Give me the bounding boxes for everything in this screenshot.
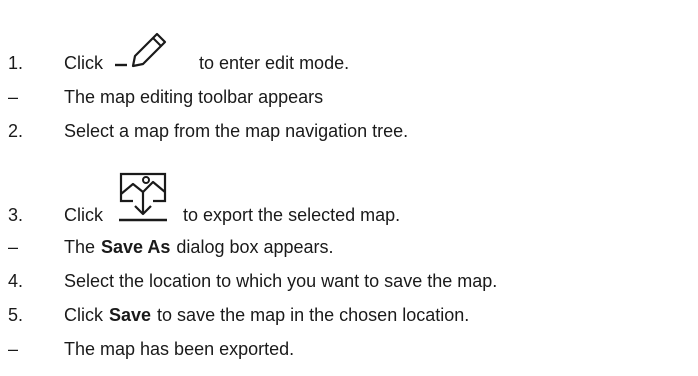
step-marker: 2. [8, 120, 24, 141]
instructions-document: 1. Click to enter edit mode. – The map e… [0, 0, 698, 376]
step-text-after: to save the map in the chosen location. [157, 304, 470, 325]
step-text-after: to export the selected map. [183, 204, 401, 225]
result-marker: – [8, 338, 19, 359]
step-text-after: to enter edit mode. [199, 52, 350, 73]
step-marker: 4. [8, 270, 24, 291]
result-marker: – [8, 236, 19, 257]
step-marker: 5. [8, 304, 24, 325]
result-text-before: The [64, 236, 96, 257]
save-label: Save [109, 304, 152, 325]
save-as-label: Save As [101, 236, 171, 257]
result-text: The map editing toolbar appears [64, 86, 324, 107]
step-text: Select a map from the map navigation tre… [64, 120, 409, 141]
edit-pencil-icon [113, 30, 189, 74]
step-text-before: Click [64, 204, 103, 225]
result-marker: – [8, 86, 19, 107]
export-map-icon [113, 168, 173, 228]
step-text-before: Click [64, 304, 103, 325]
step-marker: 3. [8, 204, 24, 225]
result-text-after: dialog box appears. [176, 236, 334, 257]
step-marker: 1. [8, 52, 24, 73]
step-text: Select the location to which you want to… [64, 270, 498, 291]
step-text-before: Click [64, 52, 103, 73]
result-text: The map has been exported. [64, 338, 295, 359]
